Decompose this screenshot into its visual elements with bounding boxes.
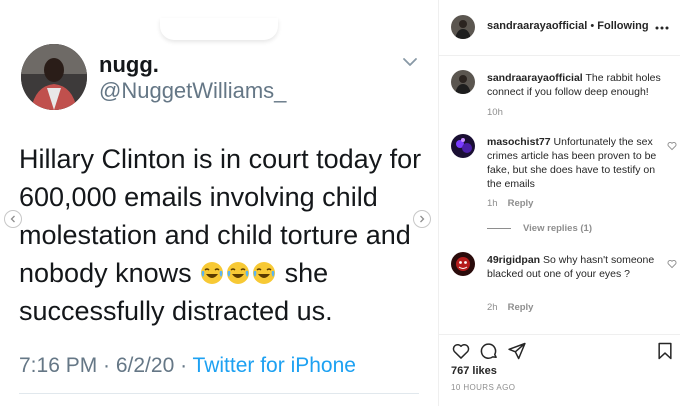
comment-like-heart-icon[interactable] [667,141,677,151]
bookmark-icon[interactable] [655,341,675,361]
chevron-right-icon [420,215,425,223]
tweet-top-tab [160,18,278,40]
comment-username[interactable]: sandraarayaofficial [487,72,583,84]
comment-bubble-icon[interactable] [479,341,499,361]
comment-text: sandraarayaofficial The rabbit holes con… [487,71,667,99]
carousel-next-button[interactable] [413,210,431,228]
header-username[interactable]: sandraarayaofficial [487,20,587,32]
more-options-icon[interactable] [655,26,669,30]
comment-username[interactable]: 49rigidpan [487,254,540,266]
view-replies-line [487,228,511,229]
post-image[interactable]: nugg. @NuggetWilliams_ Hillary Clinton i… [0,0,438,406]
laughing-emoji-icon [227,262,250,284]
following-button[interactable]: Following [597,20,648,32]
comment-time: 1h [487,198,498,209]
post-header: sandraarayaofficial • Following [439,0,680,56]
header-separator: • [587,20,598,32]
comment-like-heart-icon[interactable] [667,259,677,269]
share-send-icon[interactable] [507,341,527,361]
likes-count[interactable]: 767 likes [451,365,497,377]
tweet-source: Twitter for iPhone [192,354,356,377]
view-replies-button[interactable]: View replies (1) [487,223,592,234]
chevron-left-icon [10,215,15,223]
owner-avatar[interactable] [451,15,475,39]
comment-avatar[interactable] [451,252,475,276]
comment-avatar[interactable] [451,134,475,158]
tweet-author-avatar [21,44,87,110]
view-replies-label: View replies (1) [523,223,592,234]
post-time-ago: 10 HOURS AGO [451,383,516,392]
tweet-timestamp: 7:16 PM · 6/2/20 · [19,354,193,377]
laughing-emoji-icon [253,262,276,284]
laughing-emoji-icon [201,262,224,284]
post-panel: sandraarayaofficial • Following sandraar… [438,0,680,406]
reply-button[interactable]: Reply [508,198,534,209]
reply-button[interactable]: Reply [508,302,534,313]
chevron-down-icon [403,58,417,66]
tweet-display-name: nugg. [99,52,159,77]
comment-time: 2h [487,302,498,313]
comment-avatar[interactable] [451,70,475,94]
comment-meta: 2h Reply [487,302,533,313]
comment-text: masochist77 Unfortunately the sex crimes… [487,135,667,191]
comment-meta: 1h Reply [487,198,533,209]
more-comments-fade [487,322,657,330]
tweet-divider [19,393,419,394]
comment-username[interactable]: masochist77 [487,136,551,148]
header-text: sandraarayaofficial • Following [487,20,649,32]
tweet-handle: @NuggetWilliams_ [99,78,287,103]
comment-text: 49rigidpan So why hasn't someone blacked… [487,253,667,281]
like-heart-icon[interactable] [451,341,471,361]
carousel-prev-button[interactable] [4,210,22,228]
tweet-meta: 7:16 PM · 6/2/20 · Twitter for iPhone [19,354,356,378]
tweet-text: Hillary Clinton is in court today for 60… [19,140,427,330]
comment-meta: 10h [487,107,503,118]
comment-time: 10h [487,107,503,118]
post-actions: 767 likes 10 HOURS AGO [439,334,680,406]
